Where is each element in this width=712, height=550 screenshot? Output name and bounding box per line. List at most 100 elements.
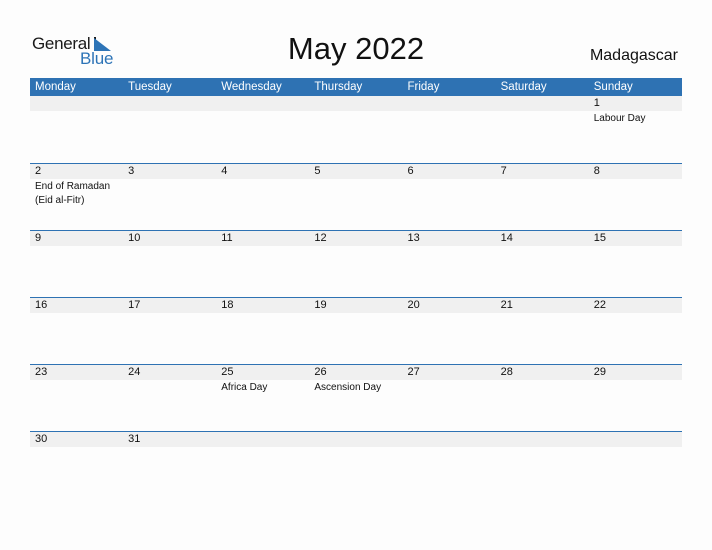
day-number — [501, 432, 589, 447]
day-number — [314, 96, 402, 111]
weekday-friday: Friday — [407, 81, 440, 93]
weekday-saturday: Saturday — [500, 81, 547, 93]
day-cell: 21 — [496, 298, 589, 364]
day-number: 28 — [500, 366, 513, 378]
day-number — [221, 96, 309, 111]
day-number — [128, 96, 216, 111]
day-number: 2 — [35, 165, 42, 177]
day-number: 9 — [35, 232, 42, 244]
day-cell: 2 End of Ramadan (Eid al-Fitr) — [30, 164, 123, 230]
day-cell — [30, 96, 123, 163]
day-cell — [496, 96, 589, 163]
day-cell — [216, 96, 309, 163]
day-cell: 26 Ascension Day — [309, 365, 402, 431]
day-cell — [496, 432, 589, 498]
holiday-label: Africa Day — [221, 382, 268, 393]
day-cell: 10 — [123, 231, 216, 297]
weeks-container: 1 Labour Day 2 End of Ramadan (Eid al-Fitr)… — [30, 96, 682, 498]
day-cell — [589, 432, 682, 498]
day-cell: 25 Africa Day — [216, 365, 309, 431]
day-cell: 5 — [309, 164, 402, 230]
day-number — [408, 96, 496, 111]
day-number: 27 — [407, 366, 420, 378]
day-number: 13 — [407, 232, 420, 244]
day-number — [35, 96, 123, 111]
day-number — [221, 432, 309, 447]
holiday-label: Labour Day — [593, 113, 646, 124]
day-number: 21 — [500, 299, 513, 311]
day-cell: 8 — [589, 164, 682, 230]
weekday-monday: Monday — [35, 81, 76, 93]
day-cell: 15 — [589, 231, 682, 297]
day-cell: 23 — [30, 365, 123, 431]
day-cell: 28 — [496, 365, 589, 431]
day-cell: 27 — [403, 365, 496, 431]
day-cell — [309, 96, 402, 163]
day-number: 3 — [128, 165, 135, 177]
day-cell: 22 — [589, 298, 682, 364]
day-cell: 11 — [216, 231, 309, 297]
day-cell: 9 — [30, 231, 123, 297]
day-cell — [403, 96, 496, 163]
week-row: 9 10 11 12 13 14 15 — [30, 230, 682, 297]
week-row: 1 Labour Day — [30, 96, 682, 163]
holiday-label: End of Ramadan (Eid al-Fitr) — [35, 181, 111, 206]
day-number: 16 — [35, 299, 48, 311]
day-number: 12 — [314, 232, 327, 244]
day-number: 14 — [500, 232, 513, 244]
day-cell: 31 — [123, 432, 216, 498]
day-cell: 20 — [403, 298, 496, 364]
day-number — [408, 432, 496, 447]
day-number: 10 — [128, 232, 141, 244]
day-number: 17 — [128, 299, 141, 311]
day-number: 1 — [593, 97, 600, 109]
day-number: 15 — [593, 232, 606, 244]
day-number: 31 — [128, 433, 141, 445]
holiday-label: Ascension Day — [314, 382, 382, 393]
day-cell: 7 — [496, 164, 589, 230]
day-number: 30 — [35, 433, 48, 445]
day-cell: 17 — [123, 298, 216, 364]
day-cell: 13 — [403, 231, 496, 297]
calendar-grid: Monday Tuesday Wednesday Thursday Friday… — [30, 78, 682, 498]
day-number: 8 — [593, 165, 600, 177]
day-cell: 16 — [30, 298, 123, 364]
day-number: 4 — [221, 165, 228, 177]
weekday-thursday: Thursday — [314, 81, 363, 93]
day-number: 6 — [407, 165, 414, 177]
weekday-sunday: Sunday — [593, 81, 633, 93]
day-cell: 14 — [496, 231, 589, 297]
day-cell: 30 — [30, 432, 123, 498]
day-cell: 29 — [589, 365, 682, 431]
day-number: 18 — [221, 299, 234, 311]
day-cell — [309, 432, 402, 498]
day-number: 24 — [128, 366, 141, 378]
day-cell: 4 — [216, 164, 309, 230]
day-number: 29 — [593, 366, 606, 378]
day-number — [594, 432, 682, 447]
day-number: 11 — [221, 232, 233, 244]
day-number: 25 — [221, 366, 234, 378]
day-number: 23 — [35, 366, 48, 378]
weekday-header: Monday Tuesday Wednesday Thursday Friday… — [30, 78, 682, 96]
day-number: 26 — [314, 366, 327, 378]
day-number: 19 — [314, 299, 327, 311]
weekday-wednesday: Wednesday — [221, 81, 282, 93]
day-cell — [123, 96, 216, 163]
week-row: 16 17 18 19 20 21 22 — [30, 297, 682, 364]
day-number: 7 — [500, 165, 507, 177]
day-cell — [403, 432, 496, 498]
day-number: 22 — [593, 299, 606, 311]
day-cell: 6 — [403, 164, 496, 230]
day-cell: 12 — [309, 231, 402, 297]
country-label: Madagascar — [589, 47, 678, 64]
day-cell: 3 — [123, 164, 216, 230]
day-cell: 1 Labour Day — [589, 96, 682, 163]
day-cell — [216, 432, 309, 498]
week-row: 30 31 — [30, 431, 682, 498]
day-number: 5 — [314, 165, 321, 177]
week-row: 23 24 25 Africa Day 26 Ascension Day 27 28 29 — [30, 364, 682, 431]
day-cell: 19 — [309, 298, 402, 364]
day-number — [501, 96, 589, 111]
day-cell: 24 — [123, 365, 216, 431]
